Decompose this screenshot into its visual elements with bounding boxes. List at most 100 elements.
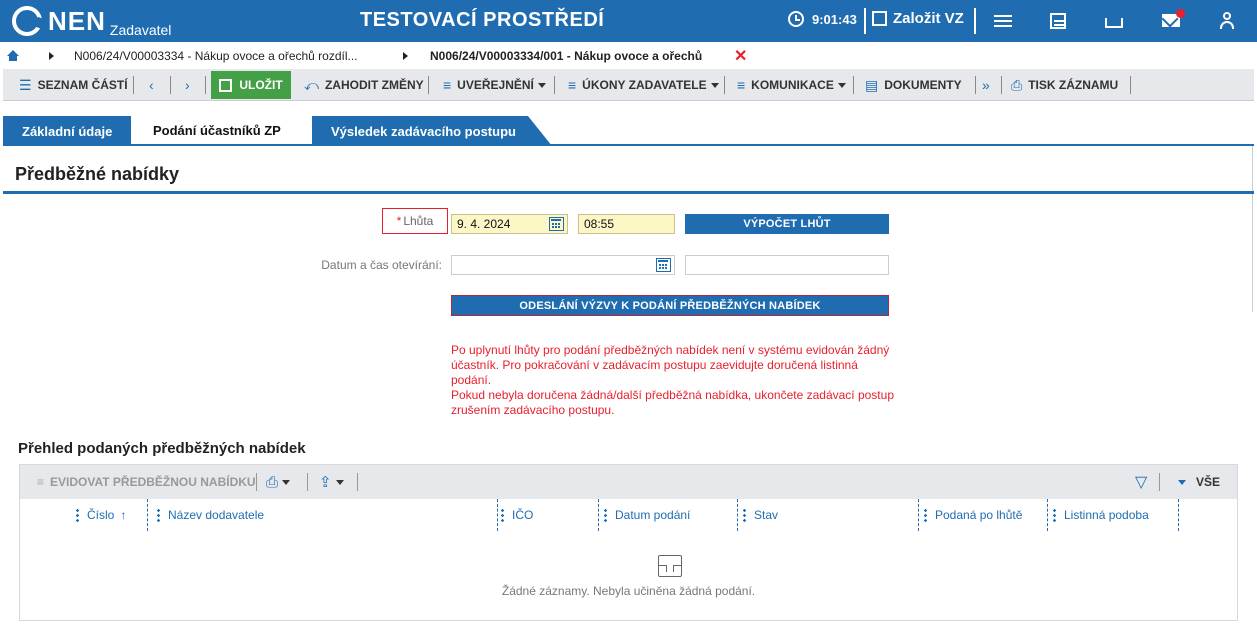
- toolbar-divider: [133, 76, 134, 94]
- column-menu-icon[interactable]: [604, 508, 607, 522]
- action-icon: ≡: [37, 475, 45, 489]
- submissions-grid: ≡ EVIDOVAT PŘEDBĚŽNOU NABÍDKU ⎙ ⇪ ▽ VŠE …: [19, 464, 1238, 621]
- section-title: Předběžné nabídky: [15, 164, 180, 184]
- column-divider: [1178, 499, 1179, 531]
- discard-changes-button[interactable]: ⤺ ZAHODIT ZMĚNY: [304, 69, 424, 101]
- column-header-late[interactable]: Podaná po lhůtě: [924, 499, 1022, 531]
- calculator-icon[interactable]: [1050, 13, 1066, 29]
- panel-border: [1252, 146, 1253, 312]
- column-menu-icon[interactable]: [1053, 508, 1056, 522]
- next-button[interactable]: ›: [185, 69, 196, 101]
- view-all-menu[interactable]: VŠE: [1174, 465, 1220, 499]
- tab-participant-submissions[interactable]: Podání účastníků ZP: [139, 114, 309, 146]
- column-header-status[interactable]: Stav: [743, 499, 778, 531]
- action-icon: ≡: [568, 77, 577, 93]
- breadcrumb-chevron-icon: [403, 52, 408, 60]
- calculate-deadlines-button[interactable]: VÝPOČET LHŮT: [685, 214, 889, 234]
- actions-label: ÚKONY ZADAVATELE: [582, 78, 707, 92]
- logo-subtitle: Zadavatel: [109, 22, 172, 38]
- toolbar-divider: [1130, 76, 1131, 94]
- top-bar: NEN Zadavatel TESTOVACÍ PROSTŘEDÍ 9:01:4…: [0, 0, 1257, 42]
- column-divider: [1047, 499, 1048, 531]
- grid-toolbar: ≡ EVIDOVAT PŘEDBĚŽNOU NABÍDKU ⎙ ⇪ ▽ VŠE: [20, 465, 1237, 499]
- breadcrumb-item-part: N006/24/V00003334/001 - Nákup ovoce a oř…: [430, 49, 703, 63]
- create-contract-button[interactable]: Založit VZ: [872, 10, 964, 27]
- opening-time-input[interactable]: [685, 255, 889, 275]
- print-record-button[interactable]: ⎙ TISK ZÁZNAMU: [1011, 69, 1118, 101]
- list-icon: ☰: [19, 76, 32, 93]
- toolbar-divider: [853, 76, 854, 94]
- documents-label: DOKUMENTY: [884, 78, 962, 92]
- column-menu-icon[interactable]: [76, 508, 79, 522]
- column-menu-icon[interactable]: [157, 508, 160, 522]
- column-label: Listinná podoba: [1064, 508, 1149, 522]
- toolbar-divider: [1001, 76, 1002, 94]
- logo-text: NEN: [48, 6, 106, 36]
- calendar-icon[interactable]: [549, 217, 564, 231]
- caret-down-icon: [537, 82, 546, 88]
- deadline-date-input[interactable]: 9. 4. 2024: [451, 214, 568, 234]
- notification-badge: [1176, 9, 1185, 18]
- printer-icon: ⎙: [266, 473, 279, 491]
- grid-title: Přehled podaných předběžných nabídek: [18, 440, 306, 457]
- column-header-number[interactable]: Číslo ↑: [76, 499, 126, 531]
- column-menu-icon[interactable]: [743, 508, 746, 522]
- document-icon: ▤: [865, 76, 879, 93]
- opening-date-input[interactable]: [451, 255, 675, 275]
- parts-list-label: SEZNAM ČÁSTÍ: [37, 78, 128, 92]
- breadcrumb-item-contract[interactable]: N006/24/V00003334 - Nákup ovoce a ořechů…: [74, 49, 358, 63]
- undo-icon: ⤺: [304, 76, 319, 93]
- menu-icon[interactable]: [993, 12, 1013, 30]
- toolbar-divider: [357, 473, 358, 491]
- column-header-supplier[interactable]: Název dodavatele: [157, 499, 264, 531]
- publications-menu[interactable]: ≡ UVEŘEJNĚNÍ: [443, 69, 546, 101]
- save-button[interactable]: ULOŽIT: [211, 71, 291, 99]
- nen-logo[interactable]: NEN Zadavatel: [12, 5, 172, 38]
- empty-state-text: Žádné záznamy. Nebyla učiněna žádná podá…: [501, 584, 756, 598]
- column-header-paper[interactable]: Listinná podoba: [1053, 499, 1149, 531]
- grid-header: Číslo ↑ Název dodavatele IČO Datum podán…: [20, 499, 1237, 531]
- column-menu-icon[interactable]: [924, 508, 927, 522]
- save-label: ULOŽIT: [239, 78, 283, 92]
- send-invitation-button[interactable]: ODESLÁNÍ VÝZVY K PODÁNÍ PŘEDBĚŽNÝCH NABÍ…: [451, 295, 889, 316]
- documents-button[interactable]: ▤ DOKUMENTY: [865, 69, 962, 101]
- topbar-divider: [974, 8, 976, 34]
- filter-button[interactable]: ▽: [1135, 465, 1147, 499]
- export-menu[interactable]: ⇪: [319, 465, 344, 499]
- previous-button[interactable]: ‹: [149, 69, 160, 101]
- inbox-icon[interactable]: [1105, 18, 1123, 28]
- more-actions-button[interactable]: »: [982, 69, 996, 101]
- print-menu[interactable]: ⎙: [266, 465, 291, 499]
- create-contract-label: Založit VZ: [893, 10, 964, 27]
- empty-inbox-icon: [658, 555, 682, 577]
- column-menu-icon[interactable]: [501, 508, 504, 522]
- chevron-left-icon: ‹: [149, 77, 154, 93]
- edit-icon: [872, 11, 887, 26]
- action-icon: ≡: [737, 77, 746, 93]
- deadline-time-input[interactable]: 08:55: [578, 214, 675, 234]
- parts-list-button[interactable]: ☰ SEZNAM ČÁSTÍ: [19, 69, 128, 101]
- user-icon[interactable]: [1220, 12, 1234, 29]
- caret-down-icon: [710, 82, 719, 88]
- column-header-submission-date[interactable]: Datum podání: [604, 499, 690, 531]
- tab-basic-info[interactable]: Základní údaje: [3, 116, 131, 146]
- breadcrumb: N006/24/V00003334 - Nákup ovoce a ořechů…: [0, 45, 1257, 67]
- column-header-ico[interactable]: IČO: [501, 499, 533, 531]
- deadline-date-value: 9. 4. 2024: [457, 217, 511, 231]
- calendar-icon[interactable]: [656, 258, 671, 272]
- clock-icon: [788, 11, 804, 27]
- toolbar-divider: [307, 473, 308, 491]
- communication-menu[interactable]: ≡ KOMUNIKACE: [737, 69, 846, 101]
- tab-label: Podání účastníků ZP: [153, 122, 281, 138]
- tab-label: Základní údaje: [22, 123, 113, 139]
- contracting-authority-actions-menu[interactable]: ≡ ÚKONY ZADAVATELE: [568, 69, 719, 101]
- toolbar-divider: [256, 473, 257, 491]
- close-icon[interactable]: ✕: [734, 46, 747, 66]
- home-icon[interactable]: [7, 50, 19, 62]
- print-record-label: TISK ZÁZNAMU: [1028, 78, 1119, 92]
- add-preliminary-offer-button[interactable]: ≡ EVIDOVAT PŘEDBĚŽNOU NABÍDKU: [37, 465, 256, 499]
- column-divider: [918, 499, 919, 531]
- tab-procedure-result[interactable]: Výsledek zadávacího postupu: [312, 116, 552, 146]
- add-preliminary-offer-label: EVIDOVAT PŘEDBĚŽNOU NABÍDKU: [50, 475, 256, 489]
- column-label: Datum podání: [615, 508, 691, 522]
